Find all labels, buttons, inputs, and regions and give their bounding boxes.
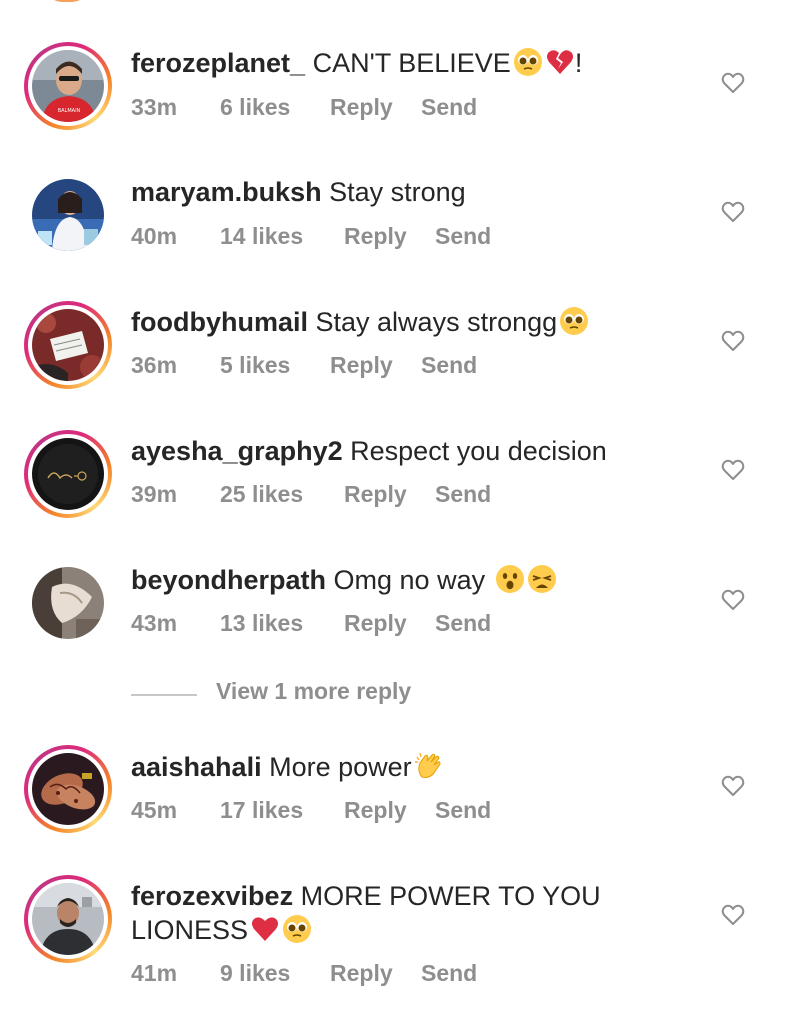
heart-icon[interactable] [721,459,745,481]
comment-body: Stay always strongg [315,307,558,337]
comment-likes[interactable]: 5 likes [220,352,290,379]
comment-time: 36m [131,352,178,378]
comment-text: maryam.buksh Stay strong [131,175,691,209]
comment-likes[interactable]: 6 likes [220,94,290,121]
comment-time: 33m [131,94,178,120]
pleading-face-icon [282,914,312,952]
comment-username[interactable]: ayesha_graphy2 [131,436,343,466]
avatar-photo-icon: BALMAIN [32,50,104,122]
comment-likes[interactable]: 25 likes [220,481,303,508]
comment-body: Omg no way [333,565,486,595]
comment-likes[interactable]: 14 likes [220,223,303,250]
send-button[interactable]: Send [435,223,491,250]
comment-body: Stay strong [329,177,466,207]
comment-time: 39m [131,481,178,507]
avatar[interactable] [24,301,112,389]
comment-username[interactable]: maryam.buksh [131,177,322,207]
view-more-divider [131,694,197,696]
comment-text: beyondherpath Omg no way [131,563,691,602]
heart-icon[interactable] [721,589,745,611]
send-button[interactable]: Send [421,352,477,379]
reply-button[interactable]: Reply [344,610,407,637]
heart-icon[interactable] [721,330,745,352]
comment-username[interactable]: beyondherpath [131,565,326,595]
heart-icon[interactable] [721,201,745,223]
comment-username[interactable]: aaishahali [131,752,262,782]
send-button[interactable]: Send [421,94,477,121]
comment-suffix: ! [574,48,583,78]
heart-icon[interactable] [721,72,745,94]
comment-body: CAN'T BELIEVE [312,48,511,78]
send-button[interactable]: Send [421,960,477,987]
reply-button[interactable]: Reply [344,481,407,508]
comment-likes[interactable]: 13 likes [220,610,303,637]
comment-time: 41m [131,960,178,986]
reply-button[interactable]: Reply [330,960,393,987]
heart-icon[interactable] [721,904,745,926]
avatar[interactable] [24,559,112,647]
avatar-photo-icon [32,567,104,639]
avatar-photo-icon [32,309,104,381]
avatar[interactable] [24,430,112,518]
comment-body: MORE POWER TO YOU [300,881,601,911]
comment-time: 45m [131,797,178,823]
reply-button[interactable]: Reply [344,223,407,250]
comment-body: Respect you decision [350,436,607,466]
comment-username[interactable]: ferozeplanet_ [131,48,305,78]
svg-text:BALMAIN: BALMAIN [58,108,81,114]
avatar[interactable] [24,171,112,259]
comment-time: 43m [131,610,178,636]
pleading-face-icon [513,47,543,85]
avatar-photo-icon [32,883,104,955]
comment-text: ferozexvibez MORE POWER TO YOU LIONESS [131,879,691,952]
view-more-replies-label[interactable]: View 1 more reply [216,678,411,705]
comment-time: 40m [131,223,178,249]
comment-username[interactable]: foodbyhumail [131,307,308,337]
red-heart-icon [250,914,280,952]
avatar-photo-icon [32,179,104,251]
avatar[interactable] [24,875,112,963]
reply-button[interactable]: Reply [344,797,407,824]
comment-body-continued: LIONESS [131,915,249,945]
send-button[interactable]: Send [435,797,491,824]
comment-body: More power [269,752,412,782]
comment-text: ferozeplanet_ CAN'T BELIEVE ! [131,46,691,85]
comment-text: foodbyhumail Stay always strongg [131,305,691,344]
avatar[interactable] [24,745,112,833]
heart-icon[interactable] [721,775,745,797]
comment-likes[interactable]: 17 likes [220,797,303,824]
reply-button[interactable]: Reply [330,94,393,121]
avatar[interactable]: BALMAIN [24,42,112,130]
comment-text: ayesha_graphy2 Respect you decision [131,434,691,468]
broken-heart-icon [545,47,575,85]
avatar-photo-icon [32,438,104,510]
reply-button[interactable]: Reply [330,352,393,379]
astonished-face-icon [495,564,525,602]
send-button[interactable]: Send [435,610,491,637]
clapping-hands-icon [414,751,444,789]
comment-username[interactable]: ferozexvibez [131,881,293,911]
avatar-photo-icon [32,753,104,825]
comment-likes[interactable]: 9 likes [220,960,290,987]
pleading-face-icon [559,306,589,344]
send-button[interactable]: Send [435,481,491,508]
weary-face-icon [527,564,557,602]
comment-text: aaishahali More power [131,750,691,789]
previous-story-ring [46,0,88,2]
